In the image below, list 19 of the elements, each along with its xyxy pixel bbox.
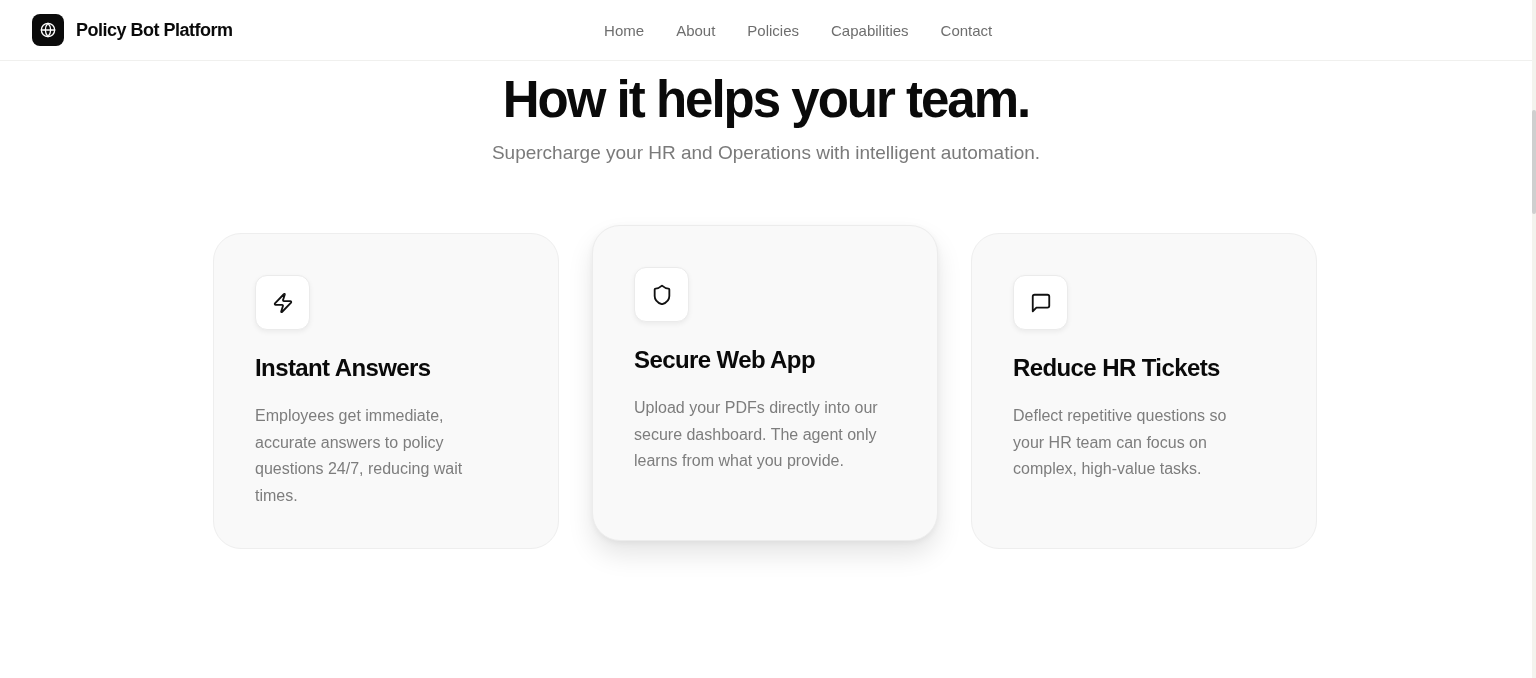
shield-icon <box>634 267 689 322</box>
nav-link[interactable]: Contact <box>940 21 993 39</box>
card-description: Upload your PDFs directly into our secure dashboard. The agent only learns from what you provide. <box>634 398 879 471</box>
card-title: Reduce HR Tickets <box>1013 354 1221 382</box>
globe-icon[interactable] <box>32 14 64 46</box>
nav-link[interactable]: About <box>676 21 716 39</box>
section-subtitle: Supercharge your HR and Operations with intelligent automation. <box>490 141 1042 165</box>
scrollbar-thumb[interactable] <box>1532 110 1536 214</box>
card-description: Employees get immediate, accurate answers to policy questions 24/7, reducing wait times. <box>255 406 464 506</box>
card-title: Instant Answers <box>255 354 432 382</box>
nav-link[interactable]: Policies <box>747 21 799 39</box>
card-title: Secure Web App <box>634 346 816 374</box>
nav-link[interactable]: Home <box>604 21 645 39</box>
brand-name[interactable]: Policy Bot Platform <box>76 19 233 41</box>
section-heading: How it helps your team. <box>501 71 1031 128</box>
card-description: Deflect repetitive questions so your HR team can focus on complex, high-value tasks. <box>1013 406 1228 479</box>
nav-link[interactable]: Capabilities <box>831 21 909 39</box>
lightning-icon <box>255 275 310 330</box>
speech-bubble-icon <box>1013 275 1068 330</box>
